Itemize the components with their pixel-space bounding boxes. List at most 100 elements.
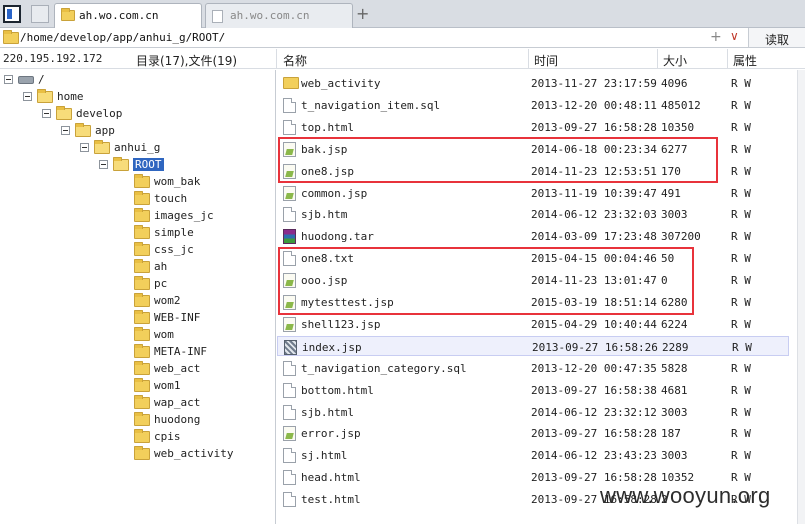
tree-item-label: huodong: [154, 413, 201, 426]
folder-icon: [134, 361, 150, 375]
file-row[interactable]: huodong.tar 2014-03-09 17:23:48 307200 R W: [277, 226, 789, 246]
tree-item[interactable]: huodong: [0, 412, 270, 429]
jsp-icon: [283, 426, 296, 442]
file-size: 2289: [662, 340, 689, 354]
file-attr: R W: [731, 230, 751, 244]
file-time: 2014-06-12 23:43:23: [531, 449, 657, 463]
tree-item[interactable]: develop: [0, 106, 270, 123]
scrollbar[interactable]: [797, 70, 805, 524]
tree-item[interactable]: /: [0, 72, 270, 89]
collapse-icon[interactable]: [4, 75, 13, 84]
window-icon[interactable]: [31, 5, 49, 23]
file-row[interactable]: web_activity 2013-11-27 23:17:59 4096 R W: [277, 73, 789, 93]
folder-icon: [134, 446, 150, 460]
tree-item[interactable]: css_jc: [0, 242, 270, 259]
collapse-icon[interactable]: [42, 109, 51, 118]
new-tab-icon[interactable]: +: [356, 4, 369, 23]
file-size: 307200: [661, 230, 701, 244]
column-header-attr[interactable]: 属性: [733, 52, 757, 69]
item-count: 目录(17),文件(19): [136, 54, 238, 68]
file-row[interactable]: sjb.htm 2014-06-12 23:32:03 3003 R W: [277, 204, 789, 224]
file-time: 2014-06-12 23:32:12: [531, 405, 657, 419]
watermark: www.wooyun.org: [600, 483, 771, 508]
tree-item[interactable]: simple: [0, 225, 270, 242]
tree-item-label: wom1: [154, 379, 181, 392]
tree-item[interactable]: WEB-INF: [0, 310, 270, 327]
folder-icon: [134, 310, 150, 324]
file-attr: R W: [731, 164, 751, 178]
file-size: 485012: [661, 98, 701, 112]
tree-item[interactable]: wom1: [0, 378, 270, 395]
folder-icon: [94, 140, 110, 154]
file-name: error.jsp: [301, 427, 361, 441]
file-row[interactable]: shell123.jsp 2015-04-29 10:40:44 6224 R W: [277, 314, 789, 334]
file-time: 2013-09-27 16:58:26: [532, 340, 658, 354]
collapse-icon[interactable]: [23, 92, 32, 101]
folder-icon: [134, 242, 150, 256]
grid-icon: [284, 339, 297, 355]
tree-item[interactable]: wap_act: [0, 395, 270, 412]
tree-item-label: images_jc: [154, 209, 214, 222]
tree-item[interactable]: app: [0, 123, 270, 140]
doc-icon: [283, 119, 296, 135]
server-ip: 220.195.192.172: [3, 52, 103, 65]
tab-active[interactable]: ah.wo.com.cn: [54, 3, 202, 29]
tree-item-label: web_act: [154, 362, 201, 375]
tab-inactive[interactable]: ah.wo.com.cn: [205, 3, 353, 28]
file-attr: R W: [731, 449, 751, 463]
collapse-icon[interactable]: [80, 143, 89, 152]
collapse-icon[interactable]: [61, 126, 70, 135]
column-header-name[interactable]: 名称: [283, 52, 307, 69]
path-input[interactable]: /home/develop/app/anhui_g/ROOT/: [20, 31, 225, 44]
folder-icon: [134, 259, 150, 273]
tree-item[interactable]: wom: [0, 327, 270, 344]
file-attr: R W: [731, 98, 751, 112]
chevron-down-icon[interactable]: ∨: [730, 29, 739, 43]
tree-item-label: wap_act: [154, 396, 201, 409]
file-name: sj.html: [301, 449, 348, 463]
file-attr: R W: [731, 142, 751, 156]
file-row[interactable]: common.jsp 2013-11-19 10:39:47 491 R W: [277, 183, 789, 203]
file-row[interactable]: index.jsp 2013-09-27 16:58:26 2289 R W: [277, 335, 789, 356]
file-attr: R W: [731, 120, 751, 134]
file-row[interactable]: t_navigation_category.sql 2013-12-20 00:4…: [277, 358, 789, 378]
tree-item[interactable]: ROOT: [0, 157, 270, 174]
folder-icon: [283, 77, 299, 89]
column-header-time[interactable]: 时间: [534, 52, 558, 69]
add-icon[interactable]: +: [710, 29, 722, 45]
tree-item[interactable]: web_act: [0, 361, 270, 378]
file-row[interactable]: bottom.html 2013-09-27 16:58:38 4681 R W: [277, 380, 789, 400]
tree-item[interactable]: touch: [0, 191, 270, 208]
collapse-icon[interactable]: [99, 160, 108, 169]
tree-item-label: wom2: [154, 294, 181, 307]
tree-item[interactable]: images_jc: [0, 208, 270, 225]
drive-icon: [18, 76, 34, 84]
file-time: 2013-09-27 16:58:28: [531, 120, 657, 134]
tree-item[interactable]: wom_bak: [0, 174, 270, 191]
panel-toggle-icon[interactable]: [3, 5, 21, 23]
file-name: shell123.jsp: [301, 317, 381, 331]
tree-item-label: develop: [76, 107, 123, 120]
file-time: 2013-09-27 16:58:28: [531, 427, 657, 441]
file-row[interactable]: sj.html 2014-06-12 23:43:23 3003 R W: [277, 445, 789, 465]
archive-icon: [283, 229, 296, 245]
tree-item[interactable]: cpis: [0, 429, 270, 446]
file-time: 2013-12-20 00:47:35: [531, 361, 657, 375]
tree-item[interactable]: home: [0, 89, 270, 106]
tree-item[interactable]: web_activity: [0, 446, 270, 463]
tree-item-label: touch: [154, 192, 188, 205]
column-header-size[interactable]: 大小: [663, 52, 687, 69]
file-row[interactable]: sjb.html 2014-06-12 23:32:12 3003 R W: [277, 402, 789, 422]
tree-item[interactable]: wom2: [0, 293, 270, 310]
tree-item[interactable]: META-INF: [0, 344, 270, 361]
file-row[interactable]: error.jsp 2013-09-27 16:58:28 187 R W: [277, 423, 789, 443]
file-row[interactable]: top.html 2013-09-27 16:58:28 10350 R W: [277, 117, 789, 137]
folder-icon: [134, 327, 150, 341]
read-button[interactable]: 读取: [748, 28, 805, 47]
tree-item[interactable]: anhui_g: [0, 140, 270, 157]
tree-item[interactable]: ah: [0, 259, 270, 276]
file-row[interactable]: t_navigation_item.sql 2013-12-20 00:48:11…: [277, 95, 789, 115]
tree-item-label: web_activity: [154, 447, 234, 460]
tree-item[interactable]: pc: [0, 276, 270, 293]
doc-icon: [283, 448, 296, 464]
